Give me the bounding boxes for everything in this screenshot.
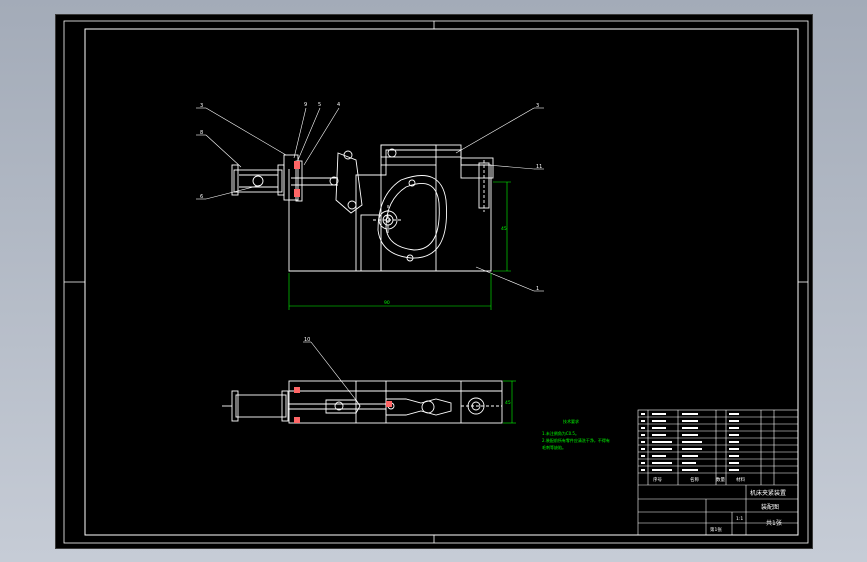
dim-height-front: 45 xyxy=(501,226,507,232)
header-name: 名称 xyxy=(690,476,699,483)
notes-line-3: 毛刺等缺陷。 xyxy=(542,444,566,450)
callout-10: 10 xyxy=(304,337,310,343)
callout-3-left: 3 xyxy=(200,103,203,109)
assembly-drawing: 3 8 6 9 5 4 3 11 1 90 45 10 45 技术要求 1.未注… xyxy=(63,20,809,544)
callout-8: 8 xyxy=(200,130,203,136)
dim-width-front: 90 xyxy=(384,300,390,306)
header-seq: 序号 xyxy=(653,476,662,483)
scale-value: 1:1 xyxy=(736,516,743,522)
front-view xyxy=(231,144,494,272)
outer-frame xyxy=(63,20,809,544)
callout-1: 1 xyxy=(536,286,539,292)
callout-6: 6 xyxy=(200,194,203,200)
header-material: 材料 xyxy=(736,476,745,483)
callout-3-right: 3 xyxy=(536,103,539,109)
notes-line-1: 1.未注倒角为C0.5。 xyxy=(542,430,579,436)
notes-line-2: 2.装配前所有零件应清洗干净，不得有 xyxy=(542,437,610,443)
plan-view xyxy=(222,380,503,424)
callout-4: 4 xyxy=(337,102,340,108)
callout-9: 9 xyxy=(304,102,307,108)
front-dimensions xyxy=(288,181,511,310)
drawing-type: 装配图 xyxy=(761,503,779,511)
part-name: 机床夹紧装置 xyxy=(750,489,786,497)
header-qty: 数量 xyxy=(716,476,725,483)
front-callouts xyxy=(196,107,544,292)
company-name: 共1张 xyxy=(766,519,782,527)
cad-viewport[interactable]: 3 8 6 9 5 4 3 11 1 90 45 10 45 技术要求 1.未注… xyxy=(55,14,813,549)
callout-5: 5 xyxy=(318,102,321,108)
callout-11: 11 xyxy=(536,164,542,170)
sheet-number: 第1张 xyxy=(710,526,722,533)
dim-height-plan: 45 xyxy=(505,400,511,406)
notes-title: 技术要求 xyxy=(563,418,579,424)
parts-list-rows xyxy=(641,413,739,471)
